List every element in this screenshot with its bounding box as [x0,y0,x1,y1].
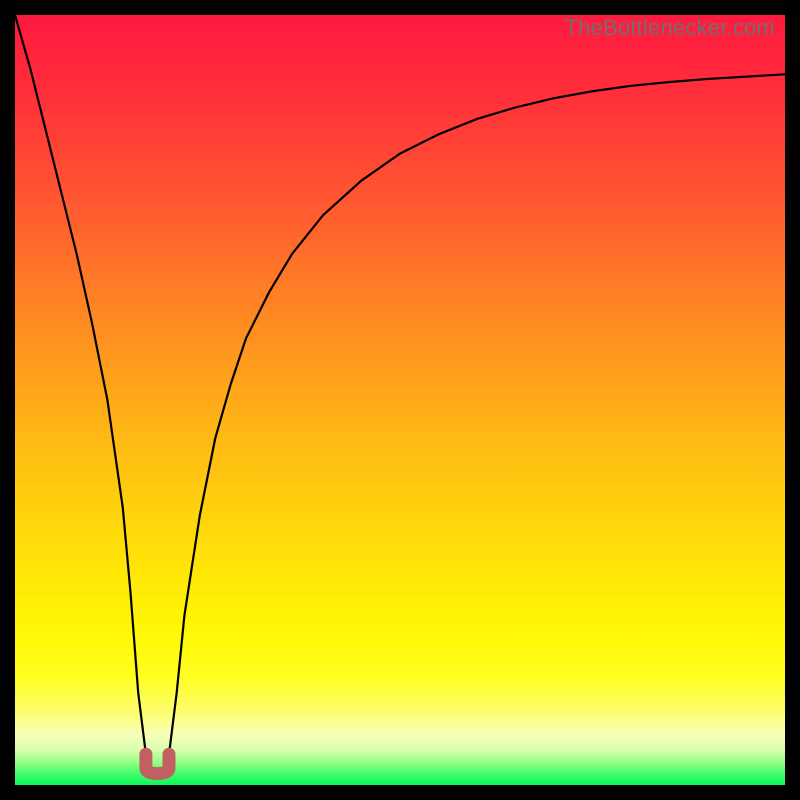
bottleneck-curve [15,15,785,777]
watermark-text: TheBottlenecker.com [565,15,775,41]
chart-curves [15,15,785,785]
outer-border: TheBottlenecker.com [0,0,800,800]
optimal-marker [146,754,169,773]
plot-area: TheBottlenecker.com [15,15,785,785]
